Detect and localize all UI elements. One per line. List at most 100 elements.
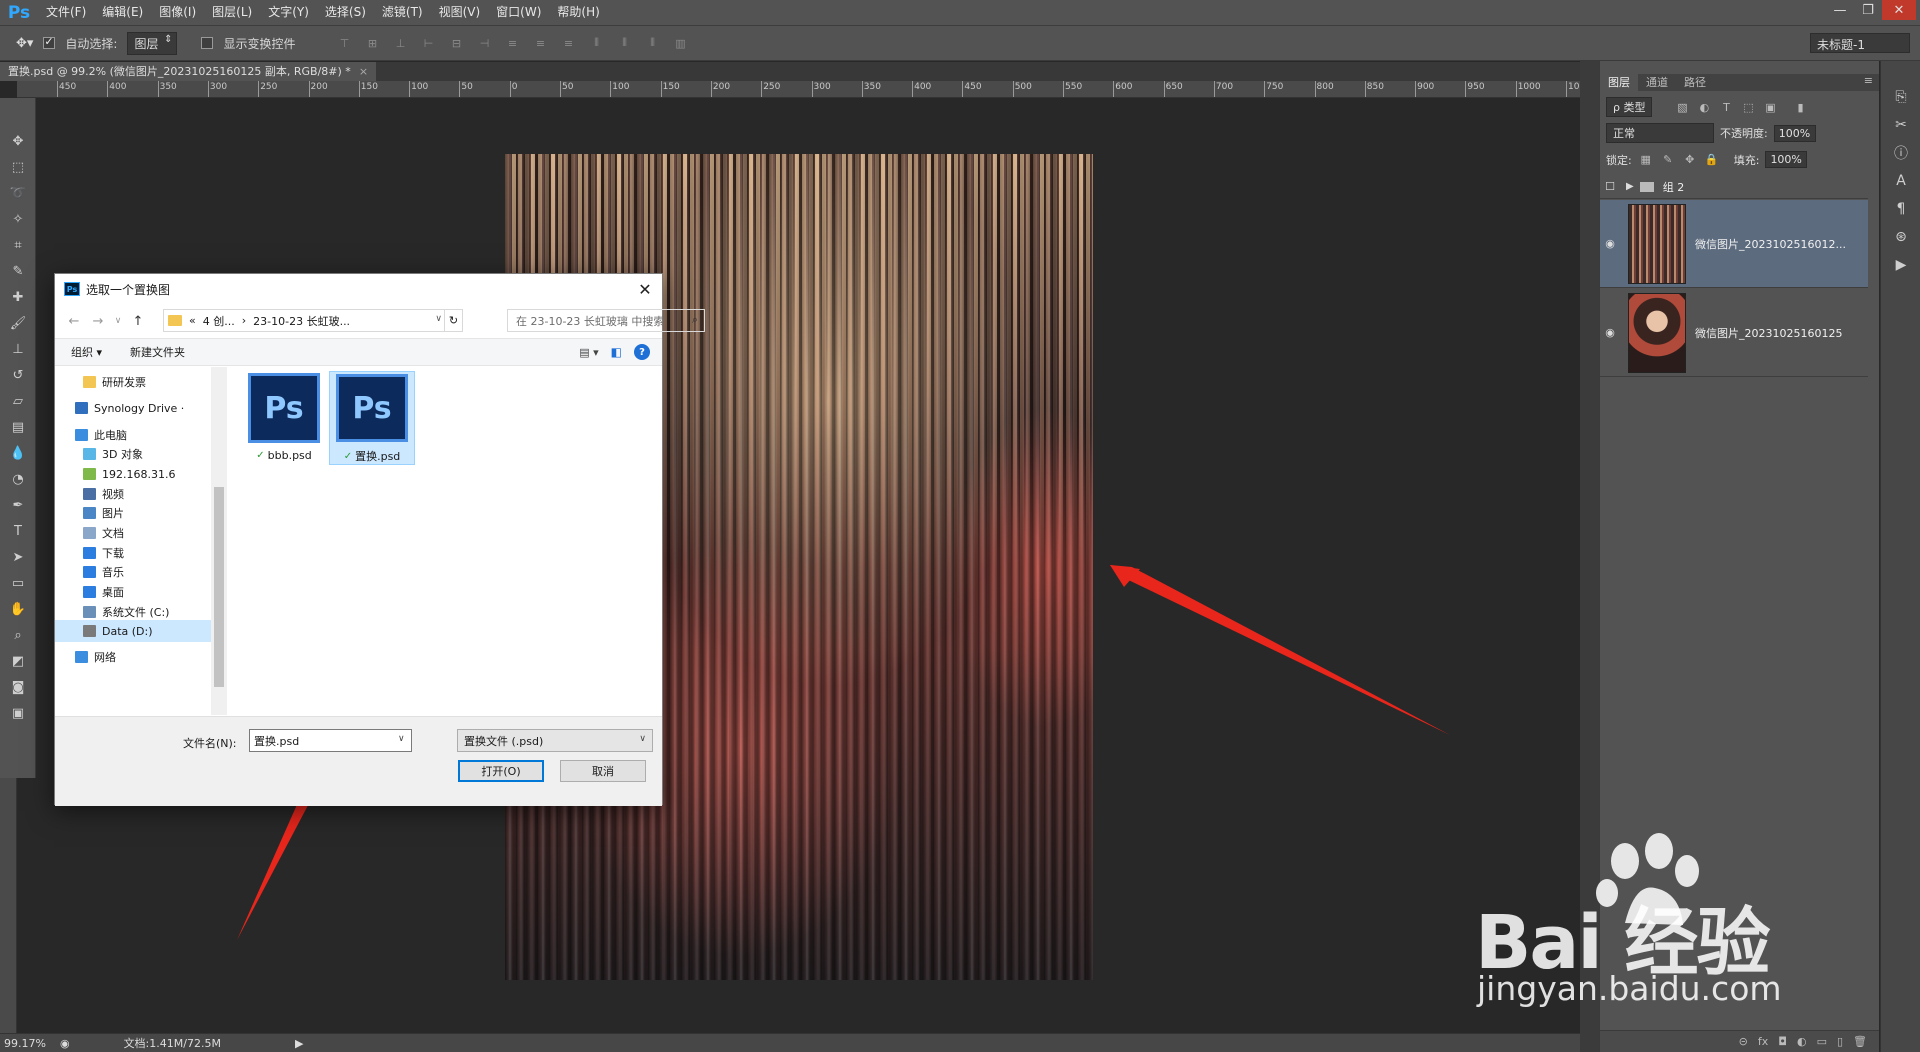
dodge-tool-icon[interactable]: ◔ xyxy=(0,466,36,492)
color-swatches-icon[interactable]: ◩ xyxy=(0,648,36,674)
menu-file[interactable]: 文件(F) xyxy=(38,0,94,25)
nav-item-3d-objects[interactable]: 3D 对象 xyxy=(83,443,143,465)
quick-mask-icon[interactable]: ◙ xyxy=(0,674,36,700)
tab-layers[interactable]: 图层 xyxy=(1600,74,1638,91)
type-tool-icon[interactable]: T xyxy=(0,518,36,544)
nav-scrollbar[interactable] xyxy=(211,367,227,715)
up-folder-icon[interactable]: ↑ xyxy=(129,314,147,329)
minimize-button[interactable]: — xyxy=(1826,0,1854,20)
zoom-tool-icon[interactable]: ⌕ xyxy=(0,622,36,648)
distribute-hcenter-icon[interactable]: ⦀ xyxy=(616,35,634,51)
align-top-icon[interactable]: ⊤ xyxy=(336,35,354,51)
menu-help[interactable]: 帮助(H) xyxy=(549,0,607,25)
opacity-input[interactable]: 100% xyxy=(1773,124,1816,142)
refresh-icon[interactable]: ↻ xyxy=(444,310,462,331)
cancel-button[interactable]: 取消 xyxy=(560,760,646,782)
align-bottom-icon[interactable]: ⊥ xyxy=(392,35,410,51)
align-hcenter-icon[interactable]: ⊟ xyxy=(448,35,466,51)
nav-item-network[interactable]: 网络 xyxy=(75,646,116,668)
delete-layer-icon[interactable]: 🗑 xyxy=(1853,1035,1867,1048)
forward-icon[interactable]: → xyxy=(89,314,107,329)
align-left-icon[interactable]: ⊢ xyxy=(420,35,438,51)
hand-tool-icon[interactable]: ✋ xyxy=(0,596,36,622)
filter-smart-icon[interactable]: ▣ xyxy=(1762,101,1778,114)
tab-paths[interactable]: 路径 xyxy=(1676,74,1714,91)
workspace-dropdown[interactable]: 未标题-1 xyxy=(1810,33,1910,53)
new-folder-button[interactable]: 新建文件夹 xyxy=(130,344,185,360)
status-menu-arrow-icon[interactable]: ▶ xyxy=(295,1037,303,1050)
back-icon[interactable]: ← xyxy=(65,314,83,329)
organize-button[interactable]: 组织 ▾ xyxy=(71,344,102,360)
align-vcenter-icon[interactable]: ⊞ xyxy=(364,35,382,51)
view-mode-icon[interactable]: ▤ ▾ xyxy=(579,346,598,359)
info-panel-icon[interactable]: ⓘ xyxy=(1881,139,1920,167)
show-transform-checkbox[interactable] xyxy=(201,37,214,49)
link-layers-icon[interactable]: ⊝ xyxy=(1739,1035,1748,1048)
visibility-off-icon[interactable]: ☐ xyxy=(1600,180,1620,193)
file-item-bbb[interactable]: Ps ✓ bbb.psd xyxy=(241,371,327,465)
gradient-tool-icon[interactable]: ▤ xyxy=(0,414,36,440)
healing-brush-icon[interactable]: ✚ xyxy=(0,284,36,310)
distribute-vcenter-icon[interactable]: ≡ xyxy=(532,35,550,51)
menu-window[interactable]: 窗口(W) xyxy=(488,0,549,25)
shape-tool-icon[interactable]: ▭ xyxy=(0,570,36,596)
screen-mode-icon[interactable]: ▣ xyxy=(0,700,36,726)
address-bar[interactable]: « 4 创... › 23-10-23 长虹玻... ∨ ↻ xyxy=(163,309,463,332)
nav-item-drive-d[interactable]: Data (D:) xyxy=(55,620,211,642)
nav-item-synology[interactable]: Synology Drive · xyxy=(75,397,184,419)
character-panel-icon[interactable]: A xyxy=(1881,167,1920,195)
open-button[interactable]: 打开(O) xyxy=(458,760,544,782)
lock-position-icon[interactable]: ✥ xyxy=(1682,153,1698,166)
expand-triangle-icon[interactable]: ▶ xyxy=(1626,181,1634,192)
restore-button[interactable]: ❐ xyxy=(1854,0,1882,20)
distribute-left-icon[interactable]: ⦀ xyxy=(588,35,606,51)
crop-tool-icon[interactable]: ⌗ xyxy=(0,232,36,258)
preview-pane-icon[interactable]: ◧ xyxy=(611,345,622,359)
paragraph-panel-icon[interactable]: ¶ xyxy=(1881,195,1920,223)
layer-row-displaced[interactable]: ◉ 微信图片_2023102516012... xyxy=(1600,200,1868,288)
zoom-level[interactable]: 99.17% xyxy=(4,1037,46,1050)
document-tab[interactable]: 置换.psd @ 99.2% (微信图片_20231025160125 副本, … xyxy=(0,62,377,81)
filename-field[interactable]: 置换.psd xyxy=(249,729,412,752)
tab-channels[interactable]: 通道 xyxy=(1638,74,1676,91)
visibility-eye-icon[interactable]: ◉ xyxy=(1600,326,1620,339)
auto-select-dropdown[interactable]: 图层 xyxy=(127,31,178,55)
align-right-icon[interactable]: ⊣ xyxy=(476,35,494,51)
history-brush-icon[interactable]: ↺ xyxy=(0,362,36,388)
move-tool-icon[interactable]: ✥ xyxy=(0,128,36,154)
scrollbar-thumb[interactable] xyxy=(214,487,224,687)
nav-item-documents[interactable]: 文档 xyxy=(83,522,124,544)
auto-align-icon[interactable]: ▥ xyxy=(672,35,690,51)
distribute-top-icon[interactable]: ≡ xyxy=(504,35,522,51)
brush-panel-icon[interactable]: ✂ xyxy=(1881,111,1920,139)
search-icon[interactable]: ⌕ xyxy=(692,313,698,327)
file-item-displace[interactable]: Ps ✓ 置换.psd xyxy=(329,371,415,465)
filter-type-icon[interactable]: T xyxy=(1718,101,1734,114)
help-icon[interactable]: ? xyxy=(634,344,650,360)
distribute-bottom-icon[interactable]: ≡ xyxy=(560,35,578,51)
nav-item-desktop[interactable]: 桌面 xyxy=(83,581,124,603)
chevron-down-icon[interactable]: ∨ xyxy=(435,314,442,324)
menu-edit[interactable]: 编辑(E) xyxy=(94,0,151,25)
pen-tool-icon[interactable]: ✒ xyxy=(0,492,36,518)
path-select-icon[interactable]: ➤ xyxy=(0,544,36,570)
fill-input[interactable]: 100% xyxy=(1765,151,1808,168)
nav-item-music[interactable]: 音乐 xyxy=(83,561,124,583)
auto-select-checkbox[interactable] xyxy=(43,35,56,49)
layer-filter-dropdown[interactable]: ρ 类型 xyxy=(1606,97,1653,117)
filter-shape-icon[interactable]: ⬚ xyxy=(1740,101,1756,114)
nav-item-invoice[interactable]: 研研发票 xyxy=(83,371,146,393)
eraser-tool-icon[interactable]: ▱ xyxy=(0,388,36,414)
stamp-tool-icon[interactable]: ⊥ xyxy=(0,336,36,362)
marquee-tool-icon[interactable]: ⬚ xyxy=(0,154,36,180)
address-segment-1[interactable]: 4 创... xyxy=(203,313,235,329)
filter-toggle-icon[interactable]: ▮ xyxy=(1792,101,1808,114)
panel-menu-icon[interactable]: ≡ xyxy=(1864,74,1873,87)
fx-icon[interactable]: fx xyxy=(1758,1035,1768,1048)
menu-filter[interactable]: 滤镜(T) xyxy=(374,0,431,25)
history-panel-icon[interactable]: ⎘ xyxy=(1881,83,1920,111)
move-tool-icon[interactable]: ✥▾ xyxy=(16,36,33,51)
layer-row-original[interactable]: ◉ 微信图片_20231025160125 xyxy=(1600,289,1868,377)
eyedropper-icon[interactable]: ✎ xyxy=(0,258,36,284)
nav-item-network-drive[interactable]: 192.168.31.6 xyxy=(83,463,175,485)
